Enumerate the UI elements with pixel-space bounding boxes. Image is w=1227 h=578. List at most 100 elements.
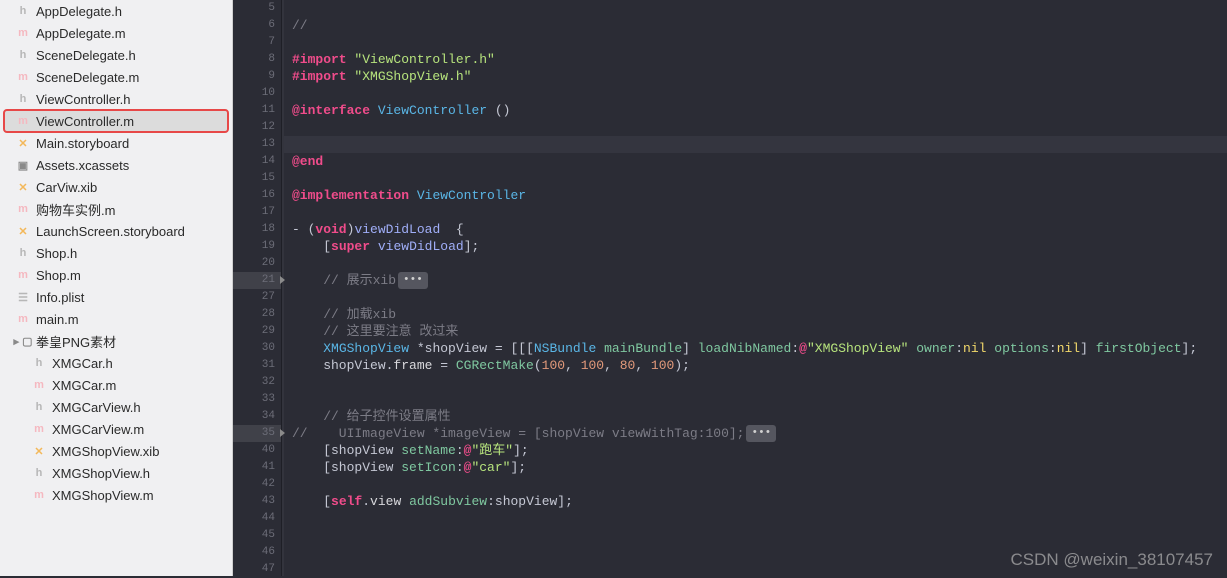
line-number: 16	[233, 187, 281, 204]
code-line[interactable]	[284, 204, 1227, 221]
code-token: :shopView];	[487, 494, 573, 509]
fold-badge-icon[interactable]: •••	[746, 425, 776, 442]
code-token: self	[331, 494, 362, 509]
file-item-15[interactable]: ▸ ▢拳皇PNG素材	[0, 330, 232, 352]
code-token: ];	[510, 460, 526, 475]
code-line[interactable]: [shopView setIcon:@"car"];	[284, 459, 1227, 476]
code-line[interactable]	[284, 119, 1227, 136]
code-token: ,	[635, 358, 651, 373]
code-line[interactable]: @end	[284, 153, 1227, 170]
file-label: SceneDelegate.m	[36, 70, 139, 85]
code-line[interactable]	[284, 374, 1227, 391]
code-line[interactable]: @interface ViewController ()	[284, 102, 1227, 119]
file-icon: m	[16, 312, 30, 326]
code-area[interactable]: // #import "ViewController.h"#import "XMG…	[284, 0, 1227, 576]
file-item-6[interactable]: ✕Main.storyboard	[0, 132, 232, 154]
file-icon: ✕	[16, 180, 30, 194]
code-token: mainBundle	[604, 341, 682, 356]
code-token: ]	[682, 341, 698, 356]
code-token: [	[292, 494, 331, 509]
code-line[interactable]: #import "XMGShopView.h"	[284, 68, 1227, 85]
code-token: "跑车"	[471, 443, 513, 458]
code-token: loadNibNamed	[698, 341, 792, 356]
code-line[interactable]: // UIImageView *imageView = [shopView vi…	[284, 425, 1227, 442]
file-icon: ✕	[16, 224, 30, 238]
file-item-17[interactable]: mXMGCar.m	[0, 374, 232, 396]
code-line[interactable]	[284, 544, 1227, 561]
file-item-8[interactable]: ✕CarViw.xib	[0, 176, 232, 198]
file-icon: h	[16, 4, 30, 18]
file-item-14[interactable]: mmain.m	[0, 308, 232, 330]
line-number: 8	[233, 51, 281, 68]
code-line[interactable]	[284, 289, 1227, 306]
file-item-1[interactable]: mAppDelegate.m	[0, 22, 232, 44]
line-number: 14	[233, 153, 281, 170]
file-item-13[interactable]: ☰Info.plist	[0, 286, 232, 308]
file-item-4[interactable]: hViewController.h	[0, 88, 232, 110]
code-line[interactable]	[284, 136, 1227, 153]
file-item-16[interactable]: hXMGCar.h	[0, 352, 232, 374]
file-item-19[interactable]: mXMGCarView.m	[0, 418, 232, 440]
code-token: CGRectMake	[456, 358, 534, 373]
code-line[interactable]: - (void)viewDidLoad {	[284, 221, 1227, 238]
code-line[interactable]: [super viewDidLoad];	[284, 238, 1227, 255]
code-line[interactable]: #import "ViewController.h"	[284, 51, 1227, 68]
code-line[interactable]: [self.view addSubview:shopView];	[284, 493, 1227, 510]
code-line[interactable]	[284, 34, 1227, 51]
code-line[interactable]: // 加载xib	[284, 306, 1227, 323]
line-number: 29	[233, 323, 281, 340]
file-item-2[interactable]: hSceneDelegate.h	[0, 44, 232, 66]
file-item-18[interactable]: h XMGCarView.h	[0, 396, 232, 418]
code-token	[292, 324, 323, 339]
code-token: ]	[1080, 341, 1096, 356]
fold-badge-icon[interactable]: •••	[398, 272, 428, 289]
file-item-10[interactable]: ✕LaunchScreen.storyboard	[0, 220, 232, 242]
file-item-21[interactable]: hXMGShopView.h	[0, 462, 232, 484]
file-label: XMGCarView.h	[52, 400, 141, 415]
code-line[interactable]: //	[284, 17, 1227, 34]
file-item-0[interactable]: hAppDelegate.h	[0, 0, 232, 22]
file-item-11[interactable]: hShop.h	[0, 242, 232, 264]
line-number: 32	[233, 374, 281, 391]
code-token: nil	[1057, 341, 1080, 356]
file-navigator[interactable]: hAppDelegate.hmAppDelegate.mhSceneDelega…	[0, 0, 233, 576]
code-line[interactable]	[284, 510, 1227, 527]
file-item-12[interactable]: mShop.m	[0, 264, 232, 286]
file-item-5[interactable]: mViewController.m	[4, 110, 228, 132]
file-icon: ▸ ▢	[16, 334, 30, 348]
code-line[interactable]	[284, 561, 1227, 578]
code-line[interactable]	[284, 527, 1227, 544]
file-item-7[interactable]: ▣Assets.xcassets	[0, 154, 232, 176]
code-line[interactable]: // 展示xib•••	[284, 272, 1227, 289]
file-item-9[interactable]: m购物车实例.m	[0, 198, 232, 220]
code-token: :	[791, 341, 799, 356]
code-line[interactable]: shopView.frame = CGRectMake(100, 100, 80…	[284, 357, 1227, 374]
code-editor[interactable]: 5678910111213141516171819202127282930313…	[233, 0, 1227, 576]
line-number: 30	[233, 340, 281, 357]
file-item-20[interactable]: ✕XMGShopView.xib	[0, 440, 232, 462]
code-token: ];	[1182, 341, 1198, 356]
line-number: 42	[233, 476, 281, 493]
line-number: 9	[233, 68, 281, 85]
code-line[interactable]	[284, 85, 1227, 102]
code-line[interactable]: @implementation ViewController	[284, 187, 1227, 204]
code-token: [shopView	[292, 443, 401, 458]
line-number: 11	[233, 102, 281, 119]
code-token: :	[955, 341, 963, 356]
code-token: frame	[393, 358, 432, 373]
code-token: // 这里要注意 改过来	[323, 324, 458, 339]
code-line[interactable]	[284, 0, 1227, 17]
code-token: 100	[651, 358, 674, 373]
code-line[interactable]: // 这里要注意 改过来	[284, 323, 1227, 340]
file-icon: h	[32, 400, 46, 414]
file-item-3[interactable]: mSceneDelegate.m	[0, 66, 232, 88]
code-token	[370, 103, 378, 118]
code-line[interactable]	[284, 255, 1227, 272]
code-line[interactable]: // 给子控件设置属性	[284, 408, 1227, 425]
code-line[interactable]	[284, 391, 1227, 408]
code-line[interactable]: [shopView setName:@"跑车"];	[284, 442, 1227, 459]
code-line[interactable]	[284, 476, 1227, 493]
code-line[interactable]: XMGShopView *shopView = [[[NSBundle main…	[284, 340, 1227, 357]
code-line[interactable]	[284, 170, 1227, 187]
file-item-22[interactable]: mXMGShopView.m	[0, 484, 232, 506]
